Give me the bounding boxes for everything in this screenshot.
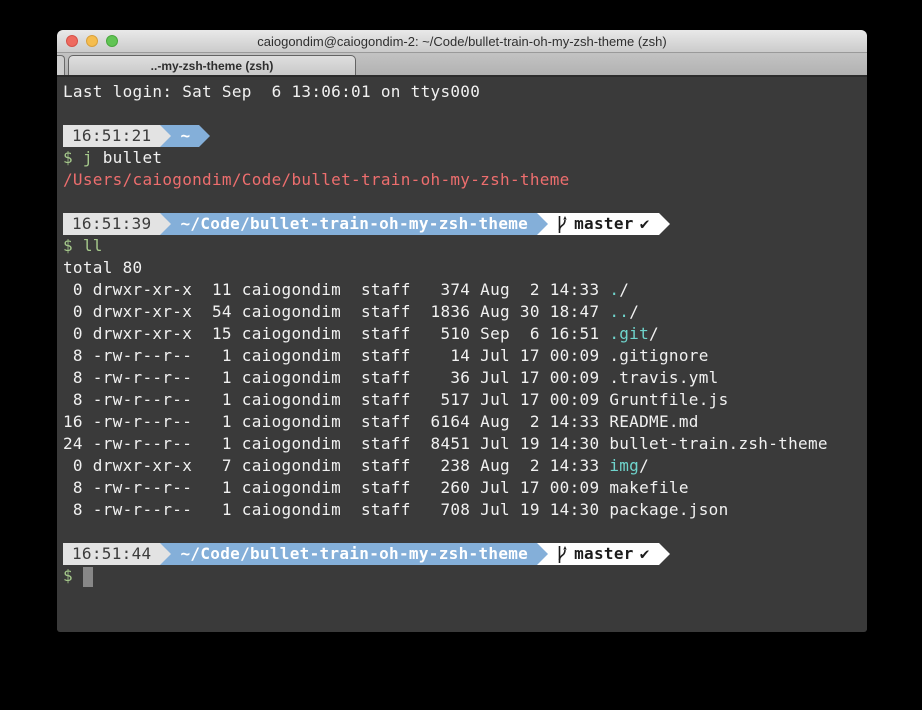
powerline-arrow [659, 543, 670, 565]
terminal-command-line: $ [63, 565, 861, 587]
file-name: README.md [609, 412, 698, 431]
powerline-arrow [537, 213, 548, 235]
tab-active[interactable]: ..-my-zsh-theme (zsh) [68, 55, 356, 75]
powerline-arrow [160, 213, 171, 235]
file-name: package.json [609, 500, 728, 519]
file-name: bullet-train.zsh-theme [609, 434, 828, 453]
window-title: caiogondim@caiogondim-2: ~/Code/bullet-t… [257, 34, 667, 49]
traffic-lights [66, 30, 118, 52]
file-meta: 8 -rw-r--r-- 1 caiogondim staff 260 Jul … [63, 478, 609, 497]
prompt-segment-git: master ✔ [548, 213, 659, 235]
powerline-arrow [537, 543, 548, 565]
terminal-ls-row: 8 -rw-r--r-- 1 caiogondim staff 36 Jul 1… [63, 367, 861, 389]
terminal-output-line: Last login: Sat Sep 6 13:06:01 on ttys00… [63, 81, 861, 103]
terminal-ls-row: 0 drwxr-xr-x 7 caiogondim staff 238 Aug … [63, 455, 861, 477]
git-branch-icon [557, 216, 568, 233]
zoom-button[interactable] [106, 35, 118, 47]
file-name: .git [609, 324, 649, 343]
dir-slash: / [639, 456, 649, 475]
minimize-button[interactable] [86, 35, 98, 47]
git-status-check: ✔ [640, 213, 650, 235]
window-titlebar[interactable]: caiogondim@caiogondim-2: ~/Code/bullet-t… [57, 30, 867, 53]
file-meta: 0 drwxr-xr-x 7 caiogondim staff 238 Aug … [63, 456, 609, 475]
terminal-ls-row: 8 -rw-r--r-- 1 caiogondim staff 260 Jul … [63, 477, 861, 499]
tab-stub[interactable] [57, 55, 65, 75]
tab-bar: ..-my-zsh-theme (zsh) [57, 53, 867, 77]
command-text: ll [83, 236, 103, 255]
file-meta: 0 drwxr-xr-x 54 caiogondim staff 1836 Au… [63, 302, 609, 321]
file-name: . [609, 280, 619, 299]
dir-slash: / [619, 280, 629, 299]
file-meta: 8 -rw-r--r-- 1 caiogondim staff 517 Jul … [63, 390, 609, 409]
command-text: bullet [93, 148, 163, 167]
terminal-ls-row: 0 drwxr-xr-x 15 caiogondim staff 510 Sep… [63, 323, 861, 345]
terminal-ls-row: 24 -rw-r--r-- 1 caiogondim staff 8451 Ju… [63, 433, 861, 455]
git-branch-icon [557, 546, 568, 563]
tab-label: ..-my-zsh-theme (zsh) [151, 59, 274, 73]
dir-slash: / [649, 324, 659, 343]
command-text: j [83, 148, 93, 167]
prompt-char: $ [63, 566, 83, 585]
git-branch-name: master [574, 543, 634, 565]
file-meta: 8 -rw-r--r-- 1 caiogondim staff 708 Jul … [63, 500, 609, 519]
terminal-command-line: $ j bullet [63, 147, 861, 169]
file-meta: 0 drwxr-xr-x 15 caiogondim staff 510 Sep… [63, 324, 609, 343]
file-name: .gitignore [609, 346, 708, 365]
terminal-command-line: $ ll [63, 235, 861, 257]
file-meta: 16 -rw-r--r-- 1 caiogondim staff 6164 Au… [63, 412, 609, 431]
file-meta: 8 -rw-r--r-- 1 caiogondim staff 36 Jul 1… [63, 368, 609, 387]
terminal-blank-line [63, 103, 861, 125]
prompt-segment-time: 16:51:44 [63, 543, 160, 565]
prompt-segment-time: 16:51:21 [63, 125, 160, 147]
prompt-segment-git: master ✔ [548, 543, 659, 565]
terminal-blank-line [63, 521, 861, 543]
dir-slash: / [629, 302, 639, 321]
terminal-content[interactable]: Last login: Sat Sep 6 13:06:01 on ttys00… [57, 77, 867, 630]
file-meta: 8 -rw-r--r-- 1 caiogondim staff 14 Jul 1… [63, 346, 609, 365]
terminal-ls-row: 16 -rw-r--r-- 1 caiogondim staff 6164 Au… [63, 411, 861, 433]
terminal-output-line: /Users/caiogondim/Code/bullet-train-oh-m… [63, 169, 861, 191]
powerline-arrow [160, 125, 171, 147]
prompt-line: 16:51:21 ~ [63, 125, 861, 147]
terminal-output-line: total 80 [63, 257, 861, 279]
git-status-check: ✔ [640, 543, 650, 565]
powerline-arrow [659, 213, 670, 235]
prompt-segment-path: ~/Code/bullet-train-oh-my-zsh-theme [171, 543, 537, 565]
terminal-ls-row: 8 -rw-r--r-- 1 caiogondim staff 14 Jul 1… [63, 345, 861, 367]
prompt-segment-path: ~ [171, 125, 199, 147]
file-name: .travis.yml [609, 368, 718, 387]
prompt-segment-time: 16:51:39 [63, 213, 160, 235]
prompt-line: 16:51:39 ~/Code/bullet-train-oh-my-zsh-th… [63, 213, 861, 235]
close-button[interactable] [66, 35, 78, 47]
prompt-segment-path: ~/Code/bullet-train-oh-my-zsh-theme [171, 213, 537, 235]
git-branch-name: master [574, 213, 634, 235]
prompt-char: $ [63, 148, 83, 167]
file-name: makefile [609, 478, 688, 497]
file-meta: 24 -rw-r--r-- 1 caiogondim staff 8451 Ju… [63, 434, 609, 453]
terminal-blank-line [63, 191, 861, 213]
terminal-ls-row: 0 drwxr-xr-x 54 caiogondim staff 1836 Au… [63, 301, 861, 323]
terminal-cursor [83, 567, 93, 587]
terminal-ls-row: 0 drwxr-xr-x 11 caiogondim staff 374 Aug… [63, 279, 861, 301]
prompt-char: $ [63, 236, 83, 255]
prompt-line: 16:51:44 ~/Code/bullet-train-oh-my-zsh-th… [63, 543, 861, 565]
file-name: Gruntfile.js [609, 390, 728, 409]
file-meta: 0 drwxr-xr-x 11 caiogondim staff 374 Aug… [63, 280, 609, 299]
powerline-arrow [160, 543, 171, 565]
terminal-window: caiogondim@caiogondim-2: ~/Code/bullet-t… [57, 30, 867, 632]
terminal-ls-row: 8 -rw-r--r-- 1 caiogondim staff 517 Jul … [63, 389, 861, 411]
powerline-arrow [199, 125, 210, 147]
file-name: .. [609, 302, 629, 321]
file-name: img [609, 456, 639, 475]
terminal-ls-row: 8 -rw-r--r-- 1 caiogondim staff 708 Jul … [63, 499, 861, 521]
